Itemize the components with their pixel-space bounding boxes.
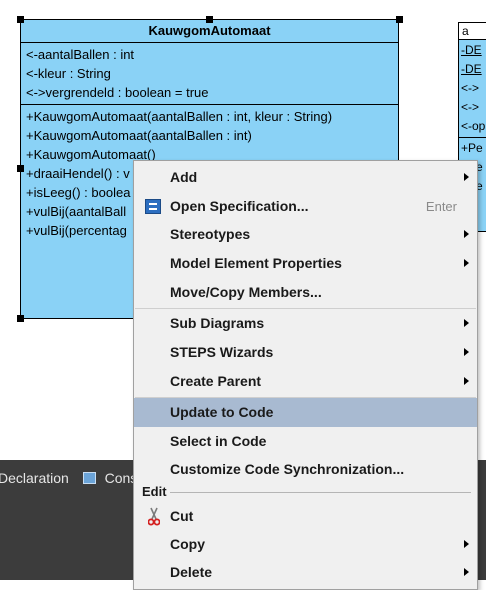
menu-item-sub-diagrams[interactable]: Sub Diagrams (134, 309, 477, 338)
menu-item-cut[interactable]: Cut (134, 502, 477, 531)
attribute: <-aantalBallen : int (26, 47, 135, 62)
menu-item-select-in-code[interactable]: Select in Code (134, 427, 477, 456)
menu-item-open-specification[interactable]: Open Specification... Enter (134, 192, 477, 221)
specification-icon (145, 199, 161, 214)
console-icon (82, 472, 96, 484)
resize-handle-bottom-left[interactable] (17, 315, 24, 322)
operation: +KauwgomAutomaat(aantalBallen : int) (26, 128, 252, 143)
context-menu: Add Open Specification... Enter Stereoty… (133, 160, 478, 590)
menu-item-copy[interactable]: Copy (134, 530, 477, 559)
shortcut-label: Enter (425, 199, 457, 214)
scissors-icon (148, 507, 160, 526)
menu-item-model-element-properties[interactable]: Model Element Properties (134, 249, 477, 278)
operation: +Pe (461, 141, 483, 155)
submenu-arrow-icon (464, 259, 469, 267)
attribute: -DE (461, 62, 482, 76)
group-label-edit: Edit (142, 485, 170, 499)
attribute: <-kleur : String (26, 66, 111, 81)
submenu-arrow-icon (464, 348, 469, 356)
class-name: KauwgomAutomaat (21, 20, 398, 43)
submenu-arrow-icon (464, 230, 469, 238)
submenu-arrow-icon (464, 377, 469, 385)
submenu-arrow-icon (464, 568, 469, 576)
resize-handle-middle-left[interactable] (17, 165, 24, 172)
group-divider (142, 492, 471, 493)
attribute: <-> (461, 100, 480, 114)
menu-item-move-copy-members[interactable]: Move/Copy Members... (134, 278, 477, 307)
menu-item-delete[interactable]: Delete (134, 558, 477, 587)
class-name: a (459, 23, 486, 40)
attribute: <-op (461, 119, 486, 133)
attributes-compartment: <-aantalBallen : int <-kleur : String <-… (21, 43, 398, 105)
operation: +KauwgomAutomaat(aantalBallen : int, kle… (26, 109, 333, 124)
resize-handle-top-left[interactable] (17, 16, 24, 23)
resize-handle-top-center[interactable] (206, 16, 213, 23)
menu-item-steps-wizards[interactable]: STEPS Wizards (134, 338, 477, 367)
menu-item-customize-code-sync[interactable]: Customize Code Synchronization... (134, 455, 477, 484)
bottom-tabs: Declaration Cons (0, 466, 137, 490)
attribute: -DE (461, 43, 482, 57)
resize-handle-top-right[interactable] (396, 16, 403, 23)
tab-declaration[interactable]: Declaration (0, 466, 69, 490)
attribute: <->vergrendeld : boolean = true (26, 85, 209, 100)
menu-item-create-parent[interactable]: Create Parent (134, 367, 477, 396)
submenu-arrow-icon (464, 540, 469, 548)
menu-item-update-to-code[interactable]: Update to Code (134, 398, 477, 427)
submenu-arrow-icon (464, 173, 469, 181)
menu-item-add[interactable]: Add (134, 163, 477, 192)
menu-item-stereotypes[interactable]: Stereotypes (134, 220, 477, 249)
submenu-arrow-icon (464, 319, 469, 327)
attributes-compartment: -DE -DE <-> <-> <-op (459, 40, 486, 138)
attribute: <-> (461, 81, 480, 95)
